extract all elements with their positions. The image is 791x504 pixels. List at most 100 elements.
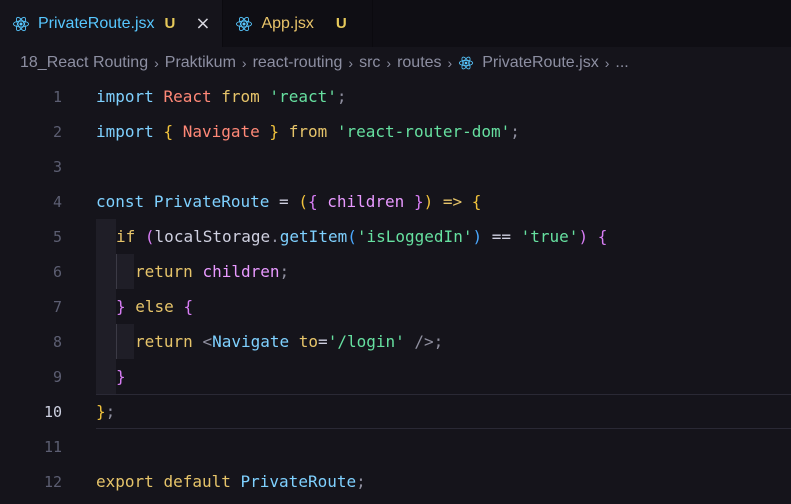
token: {: [307, 192, 318, 211]
token: getItem: [279, 227, 348, 246]
tab-label: PrivateRoute.jsx: [38, 14, 155, 32]
breadcrumb-item[interactable]: PrivateRoute.jsx: [482, 54, 599, 72]
token: import: [96, 122, 154, 141]
token: const: [96, 192, 145, 211]
token: />: [414, 332, 434, 351]
line-number: 5: [52, 227, 62, 246]
code-line: 10 };: [0, 394, 791, 429]
breadcrumb-item[interactable]: src: [359, 54, 380, 72]
chevron-right-icon: ›: [241, 55, 247, 71]
token: }: [413, 192, 424, 211]
token: from: [288, 122, 328, 141]
editor-tab-bar: PrivateRoute.jsx U × App.jsx U: [0, 0, 791, 47]
code-line: 4 const PrivateRoute = ({ children }) =>…: [0, 184, 791, 219]
code-line: 1 import React from 'react';: [0, 79, 791, 114]
untracked-badge: U: [164, 15, 176, 32]
react-icon: [459, 56, 474, 70]
code-line: 3: [0, 149, 791, 184]
line-number: 11: [43, 437, 62, 456]
line-number: 4: [52, 192, 62, 211]
code-text: export default PrivateRoute;: [96, 472, 366, 491]
line-number: 12: [43, 472, 62, 491]
tab-label: App.jsx: [261, 14, 314, 32]
token: ;: [336, 87, 347, 106]
chevron-right-icon: ›: [154, 55, 159, 71]
token: .: [270, 227, 280, 246]
code-text: import React from 'react';: [96, 87, 347, 106]
code-line: 7 } else {: [0, 289, 791, 324]
close-icon[interactable]: ×: [195, 13, 210, 34]
token: ): [472, 227, 483, 246]
chevron-right-icon: ›: [348, 55, 354, 71]
token: ;: [433, 332, 444, 351]
token: 'isLoggedIn': [356, 227, 473, 246]
token: }: [116, 367, 126, 386]
line-number: 9: [52, 367, 62, 386]
token: default: [163, 472, 231, 491]
token: 'react-router-dom': [336, 122, 511, 141]
token: children: [202, 262, 280, 281]
breadcrumb: 18_React Routing › Praktikum › react-rou…: [0, 47, 791, 79]
token: ==: [491, 227, 511, 246]
token: }: [116, 297, 126, 316]
line-number: 2: [52, 122, 62, 141]
token: Navigate: [212, 332, 290, 351]
token: 'react': [269, 87, 337, 106]
token: children: [327, 192, 405, 211]
code-text: }: [116, 367, 126, 386]
token: import: [96, 87, 154, 106]
token: {: [183, 297, 194, 316]
breadcrumb-item[interactable]: react-routing: [253, 54, 343, 72]
untracked-badge: U: [335, 15, 347, 32]
token: (: [347, 227, 357, 246]
tab-app[interactable]: App.jsx U: [223, 0, 374, 47]
token: ;: [105, 402, 116, 421]
code-line: 12 export default PrivateRoute;: [0, 464, 791, 499]
token: to: [298, 332, 319, 351]
tab-privateroute[interactable]: PrivateRoute.jsx U ×: [0, 0, 224, 47]
token: PrivateRoute: [240, 472, 357, 491]
token: =: [318, 332, 328, 351]
line-number: 10: [43, 402, 62, 421]
code-line: 2 import { Navigate } from 'react-router…: [0, 114, 791, 149]
line-number: 8: [52, 332, 62, 351]
token: }: [96, 402, 106, 421]
token: if: [116, 227, 136, 246]
token: {: [163, 122, 174, 141]
token: }: [269, 122, 280, 141]
token: ;: [279, 262, 290, 281]
breadcrumb-item[interactable]: Praktikum: [165, 54, 236, 72]
token: localStorage: [154, 227, 271, 246]
token: ;: [510, 122, 520, 141]
code-text: if (localStorage.getItem('isLoggedIn') =…: [116, 227, 607, 246]
token: PrivateRoute: [153, 192, 270, 211]
token: ): [578, 227, 589, 246]
code-text: };: [96, 402, 115, 421]
chevron-right-icon: ›: [386, 55, 392, 71]
breadcrumb-item[interactable]: ...: [615, 54, 628, 72]
breadcrumb-item[interactable]: 18_React Routing: [20, 54, 148, 72]
token: ;: [356, 472, 366, 491]
token: return: [135, 262, 193, 281]
line-number: 7: [52, 297, 62, 316]
code-text: return <Navigate to='/login' />;: [135, 332, 443, 351]
token: Navigate: [182, 122, 260, 141]
code-editor[interactable]: 1 import React from 'react'; 2 import { …: [0, 79, 791, 504]
token: {: [597, 227, 608, 246]
chevron-right-icon: ›: [604, 55, 610, 71]
line-number: 3: [52, 157, 62, 176]
code-text: const PrivateRoute = ({ children }) => {: [96, 192, 481, 211]
token: React: [163, 87, 212, 106]
token: ): [423, 192, 434, 211]
breadcrumb-item[interactable]: routes: [397, 54, 441, 72]
token: export: [96, 472, 154, 491]
code-line: 8 return <Navigate to='/login' />;: [0, 324, 791, 359]
token: return: [135, 332, 193, 351]
token: (: [144, 227, 155, 246]
token: '/login': [327, 332, 405, 351]
chevron-right-icon: ›: [447, 55, 453, 71]
token: {: [471, 192, 482, 211]
line-number: 6: [52, 262, 62, 281]
react-icon: [13, 16, 29, 31]
code-line: 9 }: [0, 359, 791, 394]
